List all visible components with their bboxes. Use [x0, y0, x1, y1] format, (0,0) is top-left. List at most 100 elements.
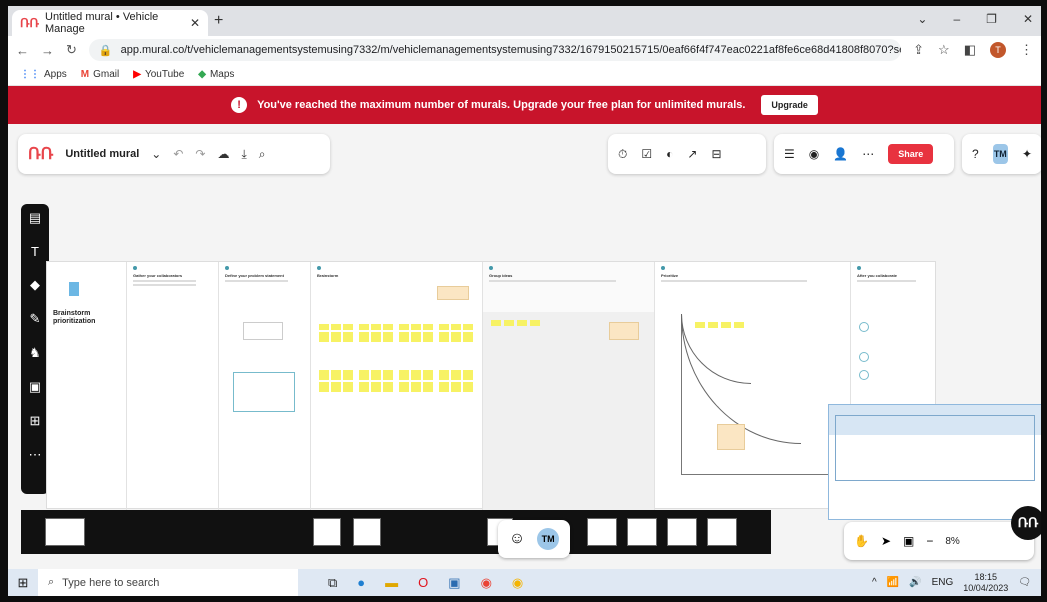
browser-tab[interactable]: ՌՌ Untitled mural • Vehicle Manage ✕	[12, 10, 208, 36]
frame-title: Define your problem statement	[225, 273, 284, 278]
outline-thumbnail[interactable]	[667, 518, 697, 546]
templates-icon[interactable]: ⊞	[30, 413, 41, 429]
mural-canvas[interactable]: ՌՌ Untitled mural ⌄ ↶ ↷ ☁ ⤓ ⌕ ⏱ ☑ ◐ ↗ ⊟ …	[8, 124, 1041, 569]
chrome-icon[interactable]: ◉	[481, 575, 492, 591]
sparkle-icon[interactable]: ✦	[1022, 147, 1032, 161]
bookmark-maps[interactable]: ◆ Maps	[198, 69, 234, 80]
select-tool-icon[interactable]: ➤	[881, 534, 891, 548]
bookmark-apps[interactable]: ⋮⋮ Apps	[20, 69, 67, 80]
collaborator-avatar[interactable]: TM	[537, 528, 560, 550]
statement-card	[233, 372, 295, 412]
reload-icon[interactable]: ↻	[66, 42, 77, 58]
more-tools-icon[interactable]: ⋯	[29, 447, 42, 463]
windows-start-icon[interactable]: ⊞	[8, 575, 38, 591]
minimap-toggle-icon[interactable]: ▣	[903, 534, 914, 548]
search-icon[interactable]: ⌕	[259, 147, 266, 162]
frame-text-line	[133, 280, 197, 282]
side-panel-icon[interactable]: ◧	[964, 42, 976, 58]
clock[interactable]: 18:15 10/04/2023	[963, 572, 1008, 594]
frame-problem[interactable]: Define your problem statement	[219, 262, 311, 510]
windows-taskbar: ⊞ ⌕ Type here to search ⧉ ● ▬ O ▣ ◉ ◉ ^ …	[8, 569, 1041, 596]
text-icon[interactable]: T	[31, 244, 39, 259]
new-tab-button[interactable]: +	[214, 12, 223, 30]
outline-thumbnail[interactable]	[707, 518, 737, 546]
redo-icon[interactable]: ↷	[195, 147, 205, 161]
volume-icon[interactable]: 🔊	[909, 577, 921, 588]
minimap[interactable]	[828, 404, 1041, 520]
bookmark-youtube[interactable]: ▶ YouTube	[133, 69, 184, 80]
file-explorer-icon[interactable]: ▬	[385, 575, 398, 591]
mural-title[interactable]: Untitled mural	[65, 148, 139, 160]
frame-gather[interactable]: Gather your collaborators	[127, 262, 219, 510]
outline-thumbnail[interactable]	[587, 518, 617, 546]
browser-menu-icon[interactable]: ⋮	[1020, 42, 1033, 58]
forward-icon[interactable]: →	[41, 43, 54, 58]
comments-icon[interactable]: ◉	[809, 147, 819, 161]
back-icon[interactable]: ←	[16, 43, 29, 58]
task-view-icon[interactable]: ⧉	[328, 575, 337, 591]
share-page-icon[interactable]: ⇪	[913, 42, 924, 58]
emoji-reaction-icon[interactable]: ☺	[509, 530, 525, 548]
frame-title: Brainstorm prioritization	[53, 310, 96, 325]
zoom-level[interactable]: 8%	[945, 536, 959, 547]
bookmark-gmail[interactable]: M Gmail	[81, 69, 119, 80]
outline-thumbnail[interactable]	[353, 518, 381, 546]
sticky-note-icon[interactable]: ▤	[29, 210, 41, 226]
mural-logo-icon[interactable]: ՌՌ	[28, 144, 53, 164]
icons-library-icon[interactable]: ♞	[29, 345, 41, 361]
export-icon[interactable]: ⤓	[241, 147, 246, 162]
close-window-icon[interactable]: ✕	[1023, 12, 1033, 26]
outline-thumbnail[interactable]	[627, 518, 657, 546]
mural-board[interactable]: Brainstorm prioritization Gather your co…	[46, 261, 936, 510]
frame-text-line	[225, 280, 289, 282]
opera-icon[interactable]: O	[418, 575, 428, 591]
user-avatar[interactable]: TM	[992, 144, 1008, 164]
hand-tool-icon[interactable]: ✋	[854, 534, 869, 548]
lock-board-icon[interactable]: ⊟	[711, 147, 721, 161]
timer-icon[interactable]: ⏱	[618, 147, 627, 162]
upgrade-button[interactable]: Upgrade	[761, 95, 818, 115]
shapes-icon[interactable]: ◆	[30, 277, 40, 293]
chrome-alt-icon[interactable]: ◉	[512, 575, 523, 591]
help-icon[interactable]: ?	[972, 147, 979, 161]
tip-note	[609, 322, 639, 340]
voting-icon[interactable]: ☑	[641, 147, 652, 161]
frame-group-ideas[interactable]: Group ideas	[483, 262, 655, 510]
tab-search-icon[interactable]: ⌄	[917, 12, 927, 26]
language-indicator[interactable]: ENG	[932, 577, 954, 588]
close-tab-icon[interactable]: ✕	[190, 16, 200, 30]
undo-icon[interactable]: ↶	[173, 147, 183, 161]
taskbar-apps: ⧉ ● ▬ O ▣ ◉ ◉	[328, 575, 523, 591]
network-icon[interactable]: 📶	[887, 577, 899, 588]
tray-chevron-icon[interactable]: ^	[872, 577, 877, 588]
chevron-down-icon[interactable]: ⌄	[151, 147, 161, 161]
mural-menu-button[interactable]: ՌՌ	[1011, 506, 1041, 540]
zoom-out-icon[interactable]: −	[926, 534, 933, 548]
address-bar[interactable]: 🔒 app.mural.co/t/vehiclemanagementsystem…	[88, 39, 902, 61]
taskbar-search[interactable]: ⌕ Type here to search	[38, 569, 298, 596]
outline-thumbnail[interactable]	[45, 518, 85, 546]
collaboration-tools: ☰ ◉ 👤 ⋯ Share	[774, 134, 954, 174]
edge-icon[interactable]: ●	[357, 575, 365, 591]
minimize-icon[interactable]: –	[953, 12, 960, 26]
frame-brainstorm[interactable]: Brainstorm	[311, 262, 483, 510]
bookmark-star-icon[interactable]: ☆	[938, 42, 950, 58]
more-icon[interactable]: ⋯	[862, 147, 874, 161]
profile-avatar[interactable]: T	[990, 42, 1006, 58]
laser-pointer-icon[interactable]: ↗	[687, 147, 697, 161]
frame-prioritize[interactable]: Prioritize	[655, 262, 851, 510]
cloud-sync-icon[interactable]: ☁	[217, 147, 229, 161]
share-button[interactable]: Share	[888, 144, 934, 164]
notifications-icon[interactable]: 🗨	[1018, 577, 1031, 588]
draw-icon[interactable]: ✎	[30, 311, 41, 327]
private-mode-icon[interactable]: ◐	[666, 147, 673, 161]
frame-dot	[661, 266, 665, 270]
members-icon[interactable]: 👤	[833, 147, 848, 161]
restore-icon[interactable]: ❐	[986, 12, 997, 26]
image-icon[interactable]: ▣	[29, 379, 41, 395]
outline-thumbnail[interactable]	[313, 518, 341, 546]
frame-intro[interactable]: Brainstorm prioritization	[47, 262, 127, 510]
clock-time: 18:15	[974, 571, 998, 582]
outline-icon[interactable]: ☰	[784, 147, 795, 161]
store-icon[interactable]: ▣	[448, 575, 460, 591]
